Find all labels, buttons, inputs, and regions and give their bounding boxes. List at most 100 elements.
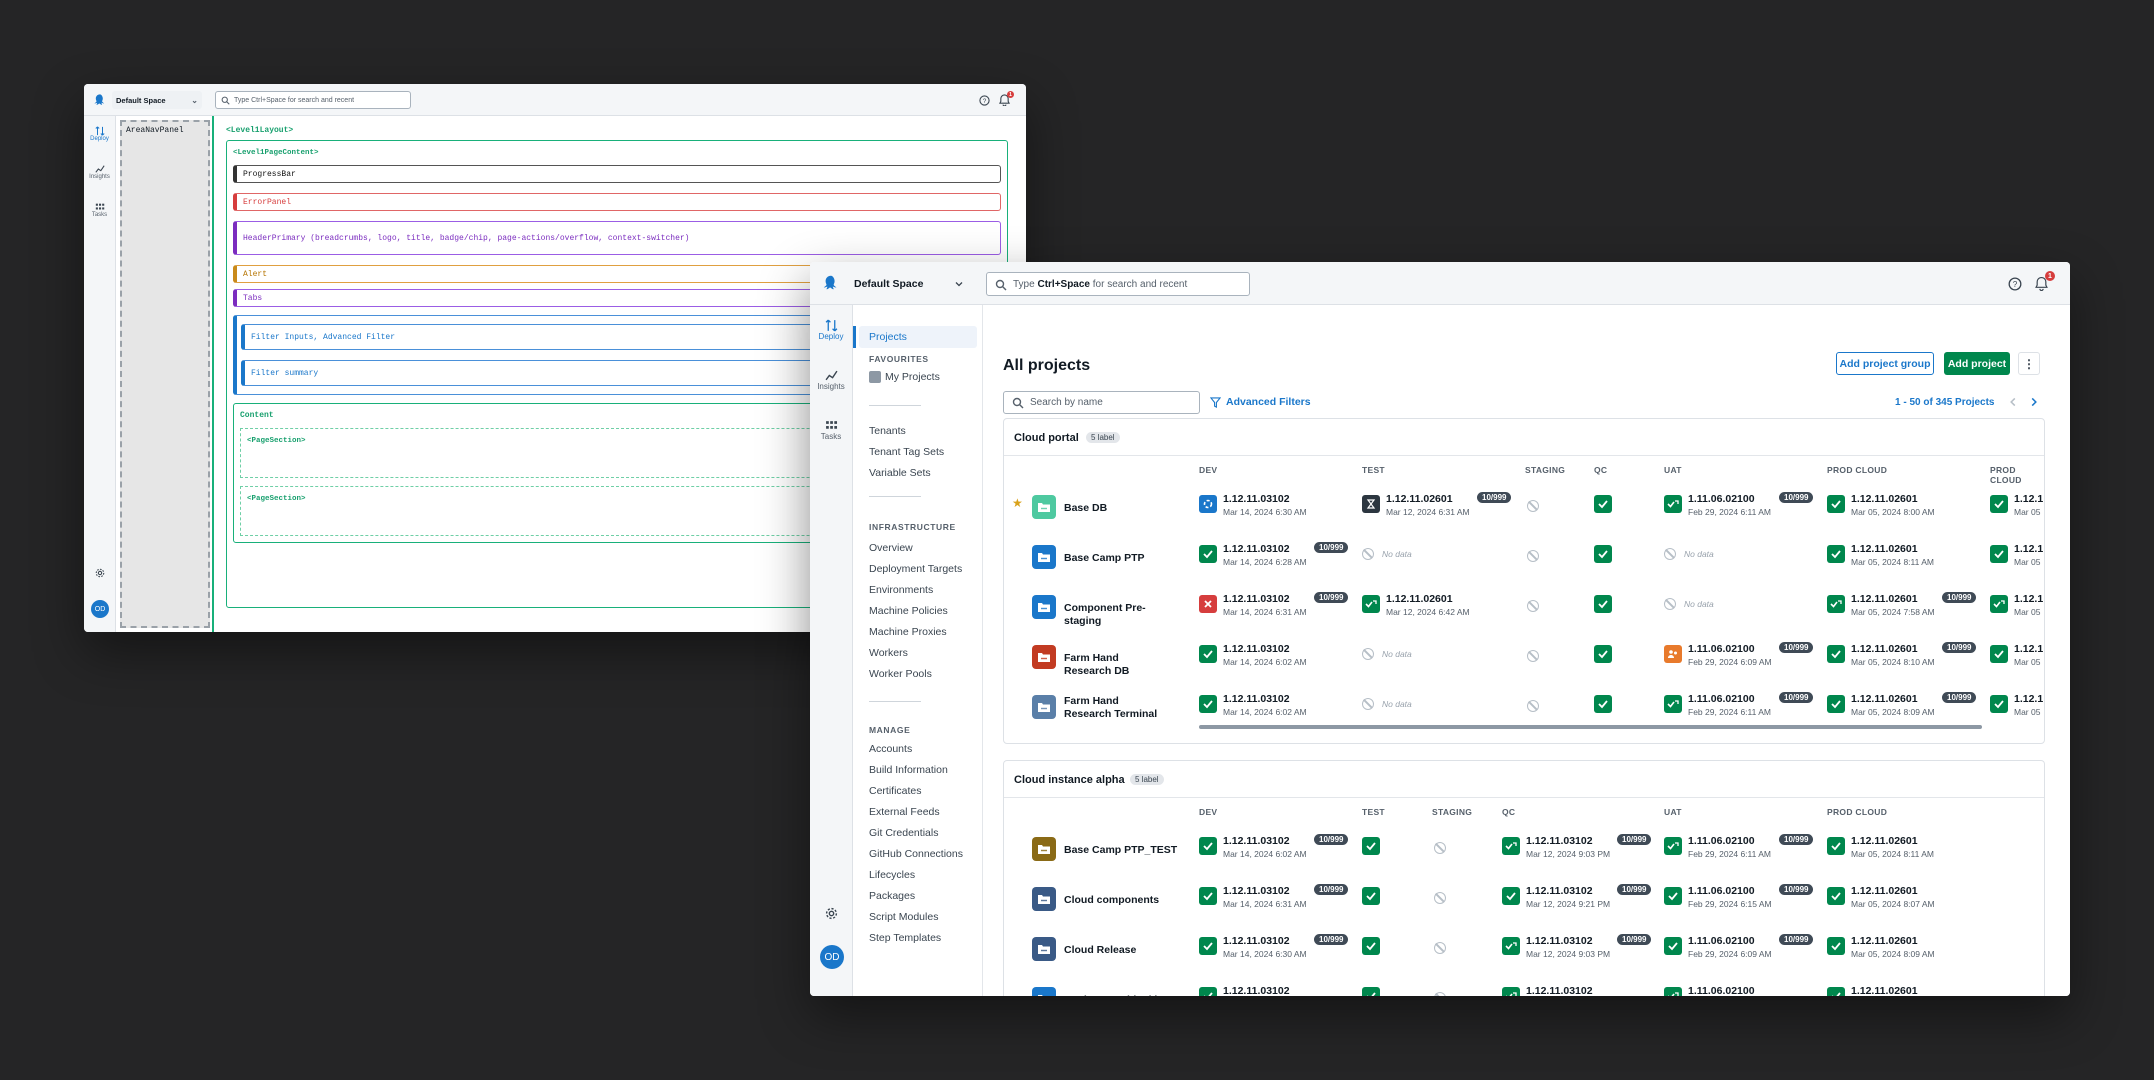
deployment-cell-uat[interactable]: No data xyxy=(1664,588,1824,628)
deployment-cell-uat[interactable]: No data xyxy=(1664,538,1824,578)
project-name[interactable]: Component Pre-staging xyxy=(1064,602,1164,628)
deployment-cell-prod2[interactable]: 1.12.1 Mar 05 xyxy=(1990,688,2044,728)
deployment-cell-qc[interactable]: 1.12.11.03102 Mar 12, 2024 9:03 PM 10/999 xyxy=(1502,830,1662,870)
chevron-left-icon[interactable] xyxy=(2007,396,2019,408)
deployment-cell-prod[interactable]: 1.12.11.02601 Mar 05, 2024 8:10 AM 10/999 xyxy=(1827,638,1987,678)
nav-step-templates[interactable]: Step Templates xyxy=(869,932,941,944)
rail-insights[interactable]: Insights xyxy=(810,369,852,391)
deployment-cell-test[interactable]: No data xyxy=(1362,688,1522,728)
nav-worker-pools[interactable]: Worker Pools xyxy=(869,668,932,680)
nav-packages[interactable]: Packages xyxy=(869,890,915,902)
nav-workers[interactable]: Workers xyxy=(869,647,908,659)
space-switcher[interactable]: Default Space xyxy=(848,272,970,296)
rail-tasks[interactable]: Tasks xyxy=(84,202,115,218)
deployment-cell-uat[interactable]: 1.11.06.02100 Feb 29, 2024 6:11 AM 10/999 xyxy=(1664,488,1824,528)
nav-machine-proxies[interactable]: Machine Proxies xyxy=(869,626,947,638)
deployment-cell-dev[interactable]: 1.12.11.03102 xyxy=(1199,980,1359,996)
overflow-menu-icon[interactable]: ⋮ xyxy=(2018,352,2040,375)
octopus-logo-icon[interactable] xyxy=(822,274,840,292)
nav-build-information[interactable]: Build Information xyxy=(869,764,948,776)
settings-gear-icon[interactable] xyxy=(825,907,838,920)
deployment-cell-qc[interactable]: 1.12.11.03102 Mar 12, 2024 9:03 PM 10/999 xyxy=(1502,930,1662,970)
nav-accounts[interactable]: Accounts xyxy=(869,743,912,755)
favourite-star-icon[interactable]: ★ xyxy=(1012,496,1023,510)
project-row[interactable]: Cloud components 1.12.11.03102 Mar 14, 202… xyxy=(1004,875,2044,925)
deployment-cell-prod[interactable]: 1.12.11.02601 Mar 05, 2024 8:07 AM xyxy=(1827,880,1987,920)
deployment-cell-prod[interactable]: 1.12.11.02601 Mar 05, 2024 8:09 AM 10/999 xyxy=(1827,688,1987,728)
deployment-cell-dev[interactable]: 1.12.11.03102 Mar 14, 2024 6:30 AM xyxy=(1199,488,1359,528)
nav-deployment-targets[interactable]: Deployment Targets xyxy=(869,563,962,575)
nav-script-modules[interactable]: Script Modules xyxy=(869,911,938,923)
deployment-cell-dev[interactable]: 1.12.11.03102 Mar 14, 2024 6:02 AM xyxy=(1199,638,1359,678)
nav-machine-policies[interactable]: Machine Policies xyxy=(869,605,948,617)
chevron-right-icon[interactable] xyxy=(2028,396,2040,408)
project-name[interactable]: Cloud components xyxy=(1064,894,1204,907)
deployment-cell-dev[interactable]: 1.12.11.03102 Mar 14, 2024 6:02 AM 10/999 xyxy=(1199,830,1359,870)
nav-git-credentials[interactable]: Git Credentials xyxy=(869,827,938,839)
nav-external-feeds[interactable]: External Feeds xyxy=(869,806,940,818)
nav-certificates[interactable]: Certificates xyxy=(869,785,922,797)
project-name[interactable]: Cloud Release xyxy=(1064,944,1204,957)
deployment-cell-qc[interactable]: 1.12.11.03102 Mar 12, 2024 9:21 PM 10/999 xyxy=(1502,880,1662,920)
rail-insights[interactable]: Insights xyxy=(84,164,115,180)
nav-projects[interactable]: Projects xyxy=(869,331,907,343)
rail-deploy[interactable]: Deploy xyxy=(84,126,115,142)
deployment-cell-qc[interactable]: 1.12.11.03102 xyxy=(1502,980,1662,996)
project-row[interactable]: Base Camp PTP 1.12.11.03102 Mar 14, 2024 6… xyxy=(1004,533,2044,583)
horizontal-scrollbar[interactable] xyxy=(1199,725,1982,729)
deployment-cell-uat[interactable]: 1.11.06.02100 Feb 29, 2024 6:11 AM 10/999 xyxy=(1664,688,1824,728)
project-name[interactable]: Base DB xyxy=(1064,502,1164,515)
nav-my-projects[interactable]: My Projects xyxy=(869,371,940,383)
project-name[interactable]: Farm Hand Research DB xyxy=(1064,652,1164,678)
deployment-cell-dev[interactable]: 1.12.11.03102 Mar 14, 2024 6:28 AM 10/999 xyxy=(1199,538,1359,578)
deployment-cell-prod[interactable]: 1.12.11.02601 xyxy=(1827,980,1987,996)
nav-tenant-tag-sets[interactable]: Tenant Tag Sets xyxy=(869,446,944,458)
project-row[interactable]: Base Camp PTP_TEST 1.12.11.03102 Mar 14, 2… xyxy=(1004,825,2044,875)
deployment-cell-uat[interactable]: 1.11.06.02100 Feb 29, 2024 6:11 AM 10/999 xyxy=(1664,830,1824,870)
nav-lifecycles[interactable]: Lifecycles xyxy=(869,869,915,881)
help-icon[interactable]: ? xyxy=(2008,277,2022,291)
rail-deploy[interactable]: Deploy xyxy=(810,319,852,341)
project-row[interactable]: Deployment blocking start 1.12.11.03102 1.… xyxy=(1004,975,2044,996)
add-project-group-button[interactable]: Add project group xyxy=(1836,352,1934,375)
deployment-cell-test[interactable]: 1.12.11.02601 Mar 12, 2024 6:31 AM 10/999 xyxy=(1362,488,1522,528)
advanced-filters-button[interactable]: Advanced Filters xyxy=(1210,396,1311,408)
deployment-cell-prod[interactable]: 1.12.11.02601 Mar 05, 2024 8:11 AM xyxy=(1827,538,1987,578)
avatar[interactable]: OD xyxy=(91,600,109,618)
project-name[interactable]: Base Camp PTP xyxy=(1064,552,1164,565)
deployment-cell-prod2[interactable]: 1.12.1 Mar 05 xyxy=(1990,638,2044,678)
octopus-logo-icon[interactable] xyxy=(93,93,107,107)
space-switcher[interactable]: Default Space ⌄ xyxy=(112,91,202,109)
nav-tenants[interactable]: Tenants xyxy=(869,425,906,437)
deployment-cell-prod[interactable]: 1.12.11.02601 Mar 05, 2024 8:00 AM xyxy=(1827,488,1987,528)
project-name[interactable]: Base Camp PTP_TEST xyxy=(1064,844,1204,857)
add-project-button[interactable]: Add project xyxy=(1944,352,2010,375)
nav-github-connections[interactable]: GitHub Connections xyxy=(869,848,963,860)
deployment-cell-test[interactable]: 1.12.11.02601 Mar 12, 2024 6:42 AM xyxy=(1362,588,1522,628)
project-name[interactable]: Farm Hand Research Terminal xyxy=(1064,695,1164,721)
search-input[interactable]: Type Ctrl+Space for search and recent xyxy=(215,91,411,109)
project-row[interactable]: Farm Hand Research DB 1.12.11.03102 Mar 14… xyxy=(1004,633,2044,683)
deployment-cell-test[interactable]: No data xyxy=(1362,538,1522,578)
project-row[interactable]: Component Pre-staging 1.12.11.03102 Mar 14… xyxy=(1004,583,2044,633)
deployment-cell-prod2[interactable]: 1.12.1 Mar 05 xyxy=(1990,488,2044,528)
project-row[interactable]: Cloud Release 1.12.11.03102 Mar 14, 2024 6… xyxy=(1004,925,2044,975)
deployment-cell-uat[interactable]: 1.11.06.02100 Feb 29, 2024 6:09 AM 10/999 xyxy=(1664,638,1824,678)
deployment-cell-dev[interactable]: 1.12.11.03102 Mar 14, 2024 6:31 AM 10/999 xyxy=(1199,880,1359,920)
nav-overview[interactable]: Overview xyxy=(869,542,913,554)
deployment-cell-prod2[interactable]: 1.12.1 Mar 05 xyxy=(1990,538,2044,578)
project-row[interactable]: ★ Base DB 1.12.11.03102 Mar 14, 2024 6:30 A… xyxy=(1004,483,2044,533)
nav-environments[interactable]: Environments xyxy=(869,584,933,596)
search-input[interactable]: Type Ctrl+Space for search and recent xyxy=(986,272,1250,296)
deployment-cell-uat[interactable]: 1.11.06.02100 Feb 29, 2024 6:09 AM 10/999 xyxy=(1664,930,1824,970)
deployment-cell-prod[interactable]: 1.12.11.02601 Mar 05, 2024 7:58 AM 10/999 xyxy=(1827,588,1987,628)
deployment-cell-dev[interactable]: 1.12.11.03102 Mar 14, 2024 6:30 AM 10/999 xyxy=(1199,930,1359,970)
project-name[interactable]: Deployment blocking start xyxy=(1064,994,1204,996)
help-icon[interactable]: ? xyxy=(979,95,990,106)
deployment-cell-prod[interactable]: 1.12.11.02601 Mar 05, 2024 8:11 AM xyxy=(1827,830,1987,870)
deployment-cell-uat[interactable]: 1.11.06.02100 xyxy=(1664,980,1824,996)
avatar[interactable]: OD xyxy=(820,945,844,969)
deployment-cell-dev[interactable]: 1.12.11.03102 Mar 14, 2024 6:31 AM 10/999 xyxy=(1199,588,1359,628)
rail-tasks[interactable]: Tasks xyxy=(810,419,852,441)
deployment-cell-prod2[interactable]: 1.12.1 Mar 05 xyxy=(1990,588,2044,628)
